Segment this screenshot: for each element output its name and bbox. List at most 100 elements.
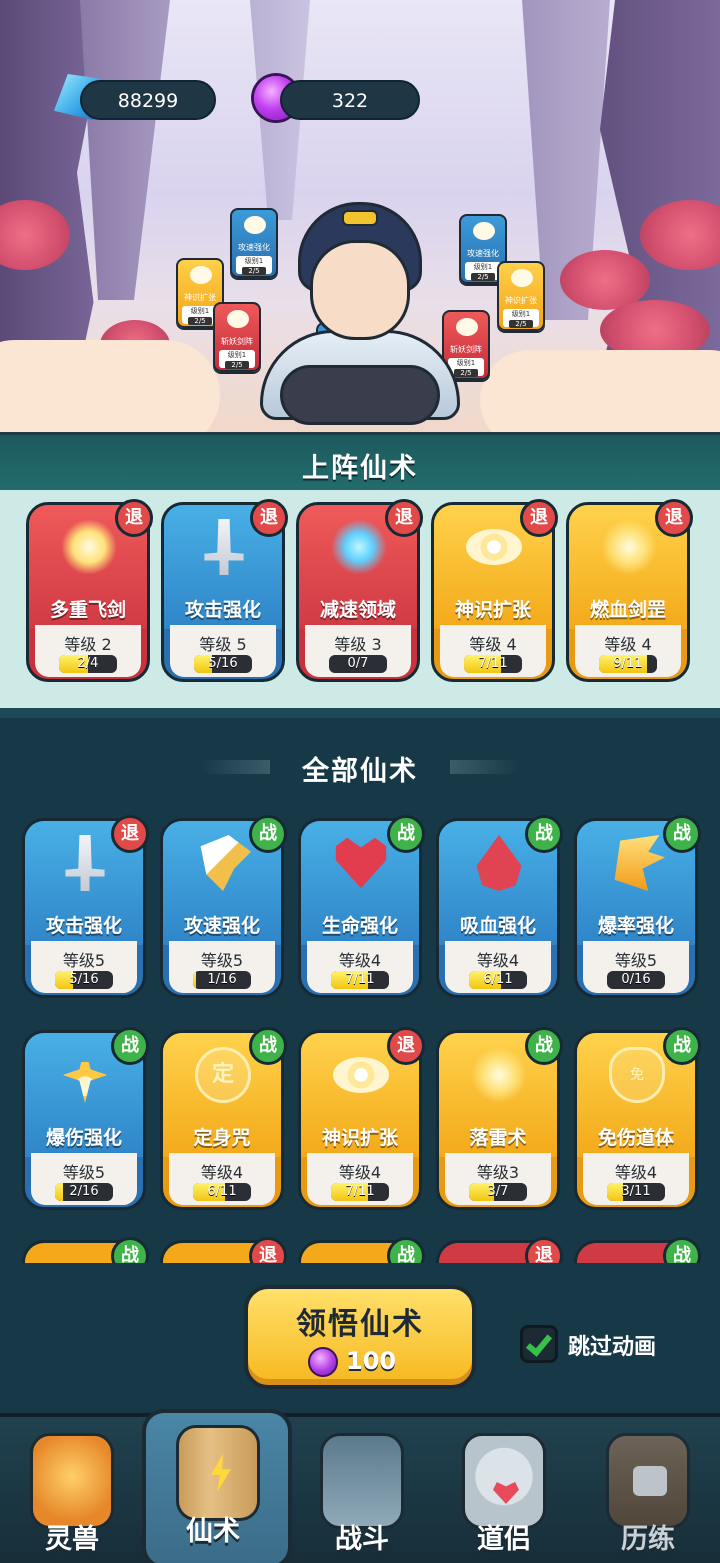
skill-card[interactable]: 战	[22, 1237, 149, 1263]
equip-badge[interactable]: 战	[525, 1027, 563, 1065]
unequip-badge[interactable]: 退	[655, 499, 693, 537]
skill-card-info: 等级 2 2/4	[35, 625, 141, 677]
nav-tab-training[interactable]: 历练	[576, 1417, 720, 1563]
skill-card[interactable]: 落雷术 等级3 3/7 战	[436, 1027, 563, 1210]
sword-icon	[65, 835, 105, 891]
nav-tab-label: 仙术	[186, 1516, 240, 1547]
skill-card[interactable]: 神识扩张 等级 4 7/11 退	[431, 499, 558, 682]
nav-tab-companion[interactable]: 道侣	[432, 1417, 576, 1563]
floating-skill-name: 神识扩张	[184, 293, 216, 302]
unequip-badge[interactable]: 退	[249, 1237, 287, 1263]
skill-card-info: 等级4 7/11	[307, 941, 413, 993]
skill-card[interactable]: 退	[436, 1237, 563, 1263]
learn-skill-button[interactable]: 领悟仙术 100	[244, 1285, 476, 1389]
unequip-badge[interactable]: 退	[115, 499, 153, 537]
skill-card-info: 等级5 5/16	[31, 941, 137, 993]
equipped-title: 上阵仙术	[302, 453, 418, 484]
hero-scene: 88299 322 攻速强化 级别1 2/5 神识扩张 级别1 2/5 斩妖剑阵 级别1 2/5…	[0, 0, 720, 432]
equip-badge[interactable]: 战	[111, 1027, 149, 1065]
bottom-nav: 灵兽 仙术 战斗 道侣 历练	[0, 1409, 720, 1563]
skill-name: 燃血剑罡	[589, 599, 666, 621]
floating-skill-progress: 2/5	[471, 273, 495, 281]
floating-skill-level: 级别1	[227, 351, 247, 359]
equip-badge[interactable]: 战	[249, 1027, 287, 1065]
gem-counter: 322	[280, 80, 420, 120]
skill-progress-text: 3/7	[487, 1184, 509, 1199]
skill-card-info: 等级3 3/7	[445, 1153, 551, 1205]
skill-card[interactable]: 战	[298, 1237, 425, 1263]
floating-skill-name: 神识扩张	[505, 296, 537, 305]
skill-card-info: 等级5 2/16	[31, 1153, 137, 1205]
seal-icon: 定	[195, 1047, 251, 1103]
checkmark-icon	[525, 1329, 553, 1357]
skill-card[interactable]: 攻击强化 等级 5 5/16 退	[161, 499, 288, 682]
skip-animation-toggle[interactable]: 跳过动画	[520, 1325, 700, 1365]
unequip-badge[interactable]: 退	[111, 815, 149, 853]
cloud	[480, 350, 720, 432]
equip-badge[interactable]: 战	[663, 1027, 701, 1065]
blood-sword-icon	[601, 519, 657, 575]
heart-icon	[335, 837, 387, 889]
equip-badge[interactable]: 战	[387, 815, 425, 853]
skip-animation-checkbox[interactable]	[520, 1325, 558, 1363]
equip-badge[interactable]: 战	[663, 815, 701, 853]
unequip-badge[interactable]: 退	[385, 499, 423, 537]
skill-card[interactable]: 吸血强化 等级4 6/11 战	[436, 815, 563, 998]
all-skills-panel: 全部仙术 攻击强化 等级5 5/16 退攻速强化 等级5 1/16 战生命强化 等级4 7/11…	[0, 718, 720, 1263]
skill-card[interactable]: 爆伤强化 等级5 2/16 战	[22, 1027, 149, 1210]
skill-card[interactable]: 战	[574, 1237, 701, 1263]
skill-level: 等级5	[200, 951, 244, 970]
nav-tab-spirit-beast[interactable]: 灵兽	[0, 1417, 144, 1563]
skill-progress-text: 5/16	[208, 656, 238, 671]
floating-skill-card: 斩妖剑阵 级别1 2/5	[213, 302, 261, 372]
floating-skill-progress: 2/5	[225, 361, 249, 369]
skill-progress-text: 7/11	[478, 656, 508, 671]
all-skills-title: 全部仙术	[302, 756, 418, 787]
equip-badge[interactable]: 战	[249, 815, 287, 853]
nav-tab-label: 历练	[621, 1524, 675, 1555]
unequip-badge[interactable]: 退	[250, 499, 288, 537]
skill-card[interactable]: 减速领域 等级 3 0/7 退	[296, 499, 423, 682]
skill-level: 等级3	[476, 1163, 520, 1182]
skill-card[interactable]: 攻速强化 等级5 1/16 战	[160, 815, 287, 998]
skill-card[interactable]: 爆率强化 等级5 0/16 战	[574, 815, 701, 998]
equip-badge[interactable]: 战	[525, 815, 563, 853]
cliff-left-back	[80, 0, 170, 300]
nav-tab-skills[interactable]: 仙术	[136, 1409, 292, 1563]
skill-name: 多重飞剑	[49, 599, 126, 621]
floating-skill-info: 级别12/5	[236, 256, 272, 275]
skill-card[interactable]: 定定身咒 等级4 6/11 战	[160, 1027, 287, 1210]
nav-tab-battle[interactable]: 战斗	[290, 1417, 434, 1563]
equip-badge[interactable]: 战	[111, 1237, 149, 1263]
nav-tab-label: 道侣	[477, 1524, 531, 1555]
floating-skill-level: 级别1	[511, 310, 531, 318]
skill-progress-bar: 7/11	[331, 971, 389, 989]
skill-progress-bar: 5/16	[55, 971, 113, 989]
skill-card[interactable]: 免免伤道体 等级4 3/11 战	[574, 1027, 701, 1210]
skill-card[interactable]: 燃血剑罡等级 4 9/11 退	[566, 499, 693, 682]
skill-card[interactable]: 生命强化 等级4 7/11 战	[298, 815, 425, 998]
floating-skill-name: 攻速强化	[467, 249, 499, 258]
skill-card-info: 等级 4 9/11	[575, 625, 681, 677]
crystal-counter: 88299	[80, 80, 216, 120]
skill-progress-bar: 3/11	[607, 1183, 665, 1201]
skill-level: 等级4	[338, 1163, 382, 1182]
burst-icon	[62, 1047, 108, 1103]
skill-card[interactable]: 退	[160, 1237, 287, 1263]
skill-card[interactable]: 神识扩张 等级4 7/11 退	[298, 1027, 425, 1210]
equip-badge[interactable]: 战	[663, 1237, 701, 1263]
equip-badge[interactable]: 战	[387, 1237, 425, 1263]
skill-name: 免伤道体	[597, 1127, 674, 1149]
skill-progress-text: 7/11	[345, 972, 375, 987]
nav-tab-label: 战斗	[335, 1524, 389, 1555]
unequip-badge[interactable]: 退	[387, 1027, 425, 1065]
skill-card[interactable]: 多重飞剑等级 2 2/4 退	[26, 499, 153, 682]
skill-card[interactable]: 攻击强化 等级5 5/16 退	[22, 815, 149, 998]
skill-level: 等级4	[614, 1163, 658, 1182]
unequip-badge[interactable]: 退	[520, 499, 558, 537]
unequip-badge[interactable]: 退	[525, 1237, 563, 1263]
equipped-header: 上阵仙术	[0, 432, 720, 490]
skill-card-info: 等级 4 7/11	[440, 625, 546, 677]
skill-progress-bar: 9/11	[599, 655, 657, 673]
lightning-icon	[211, 1454, 231, 1492]
